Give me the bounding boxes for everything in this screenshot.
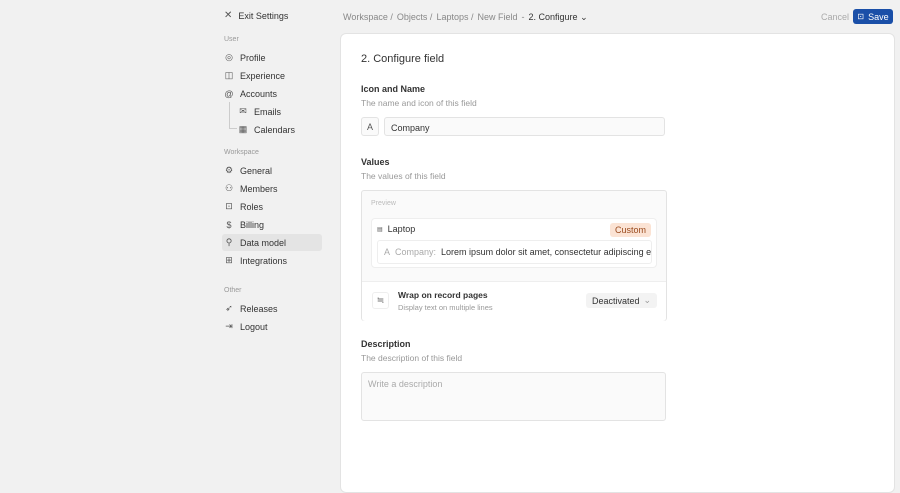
at-icon: @: [224, 88, 234, 99]
laptop-icon: ▤: [377, 226, 383, 233]
breadcrumb: Workspace / Objects / Laptops / New Fiel…: [343, 12, 588, 23]
sidebar-item-general[interactable]: ⚙ General: [222, 162, 322, 179]
crumb-current-step[interactable]: 2. Configure ⌄: [529, 12, 588, 23]
crumb-workspace[interactable]: Workspace /: [343, 12, 393, 23]
description-subtitle: The description of this field: [361, 353, 463, 363]
sidebar-item-releases[interactable]: ➶ Releases: [222, 300, 322, 317]
dollar-icon: $: [226, 219, 232, 230]
name-input[interactable]: Company: [384, 117, 665, 136]
chevron-down-icon: ⌄: [643, 295, 651, 305]
crumb-dash: -: [521, 12, 525, 22]
save-button[interactable]: ⊡ Save: [853, 9, 893, 24]
wrap-select[interactable]: Deactivated ⌄: [586, 293, 657, 308]
configure-panel: 2. Configure field Icon and Name The nam…: [340, 33, 895, 493]
description-title: Description: [361, 339, 411, 349]
exit-settings-button[interactable]: ✕ Exit Settings: [224, 10, 288, 21]
crumb-new-field: New Field: [477, 12, 518, 22]
chevron-down-icon: ⌄: [580, 12, 588, 22]
section-user: User: [224, 36, 239, 43]
sidebar-item-data-model[interactable]: ⚲ Data model: [222, 234, 322, 251]
wrap-title: Wrap on record pages: [398, 290, 488, 300]
sidebar-item-calendars[interactable]: ▦ Calendars: [236, 121, 322, 138]
section-other: Other: [224, 287, 242, 294]
logout-icon: ⇥: [225, 321, 233, 331]
sidebar-item-logout[interactable]: ⇥ Logout: [222, 318, 322, 335]
values-subtitle: The values of this field: [361, 171, 446, 181]
sidebar-item-members[interactable]: ⚇ Members: [222, 180, 322, 197]
mail-icon: ✉: [239, 106, 247, 116]
section-workspace: Workspace: [224, 149, 259, 156]
preview-label: Preview: [371, 200, 396, 207]
wrap-subtitle: Display text on multiple lines: [398, 303, 493, 312]
sidebar-item-profile[interactable]: ◎ Profile: [222, 49, 322, 66]
sidebar-item-billing[interactable]: $ Billing: [222, 216, 322, 233]
values-title: Values: [361, 157, 390, 167]
sidebar-item-emails[interactable]: ✉ Emails: [236, 103, 322, 120]
custom-badge: Custom: [609, 223, 651, 237]
apps-icon: ⊞: [225, 255, 233, 265]
save-icon: ⊡: [857, 12, 865, 21]
calendar-icon: ▦: [238, 124, 248, 134]
sidebar-item-integrations[interactable]: ⊞ Integrations: [222, 252, 322, 269]
close-icon: ✕: [224, 10, 233, 21]
page-title: 2. Configure field: [361, 53, 445, 65]
sidebar-item-accounts[interactable]: @ Accounts: [222, 85, 322, 102]
settings-icon: ⚙: [224, 165, 234, 175]
hierarchy-icon: ⚲: [225, 237, 233, 247]
field-label: Company:: [395, 247, 437, 257]
icon-name-title: Icon and Name: [361, 84, 426, 94]
crumb-laptops[interactable]: Laptops /: [436, 12, 473, 23]
users-icon: ⚇: [224, 183, 234, 193]
user-circle-icon: ◎: [225, 52, 233, 62]
lock-icon: ⊡: [225, 201, 233, 211]
record-card: ▤ Laptop Custom A Company: Lorem ipsum do…: [371, 218, 657, 268]
cancel-button[interactable]: Cancel: [821, 12, 849, 22]
icon-picker[interactable]: A: [361, 117, 379, 136]
field-value: Lorem ipsum dolor sit amet, consectetur …: [441, 247, 652, 257]
rocket-icon: ➶: [225, 303, 233, 313]
palette-icon: ◫: [224, 70, 234, 80]
crumb-objects[interactable]: Objects /: [397, 12, 433, 23]
text-icon: A: [366, 121, 373, 132]
description-input[interactable]: Write a description: [361, 372, 666, 421]
wrap-text-icon: ≒: [372, 292, 389, 309]
record-name: Laptop: [387, 224, 416, 234]
sidebar-item-roles[interactable]: ⊡ Roles: [222, 198, 322, 215]
sidebar-item-experience[interactable]: ◫ Experience: [222, 67, 322, 84]
preview-box: Preview ▤ Laptop Custom A Company: Lorem …: [361, 190, 667, 321]
icon-name-subtitle: The name and icon of this field: [361, 98, 477, 108]
text-icon: A: [384, 247, 391, 257]
